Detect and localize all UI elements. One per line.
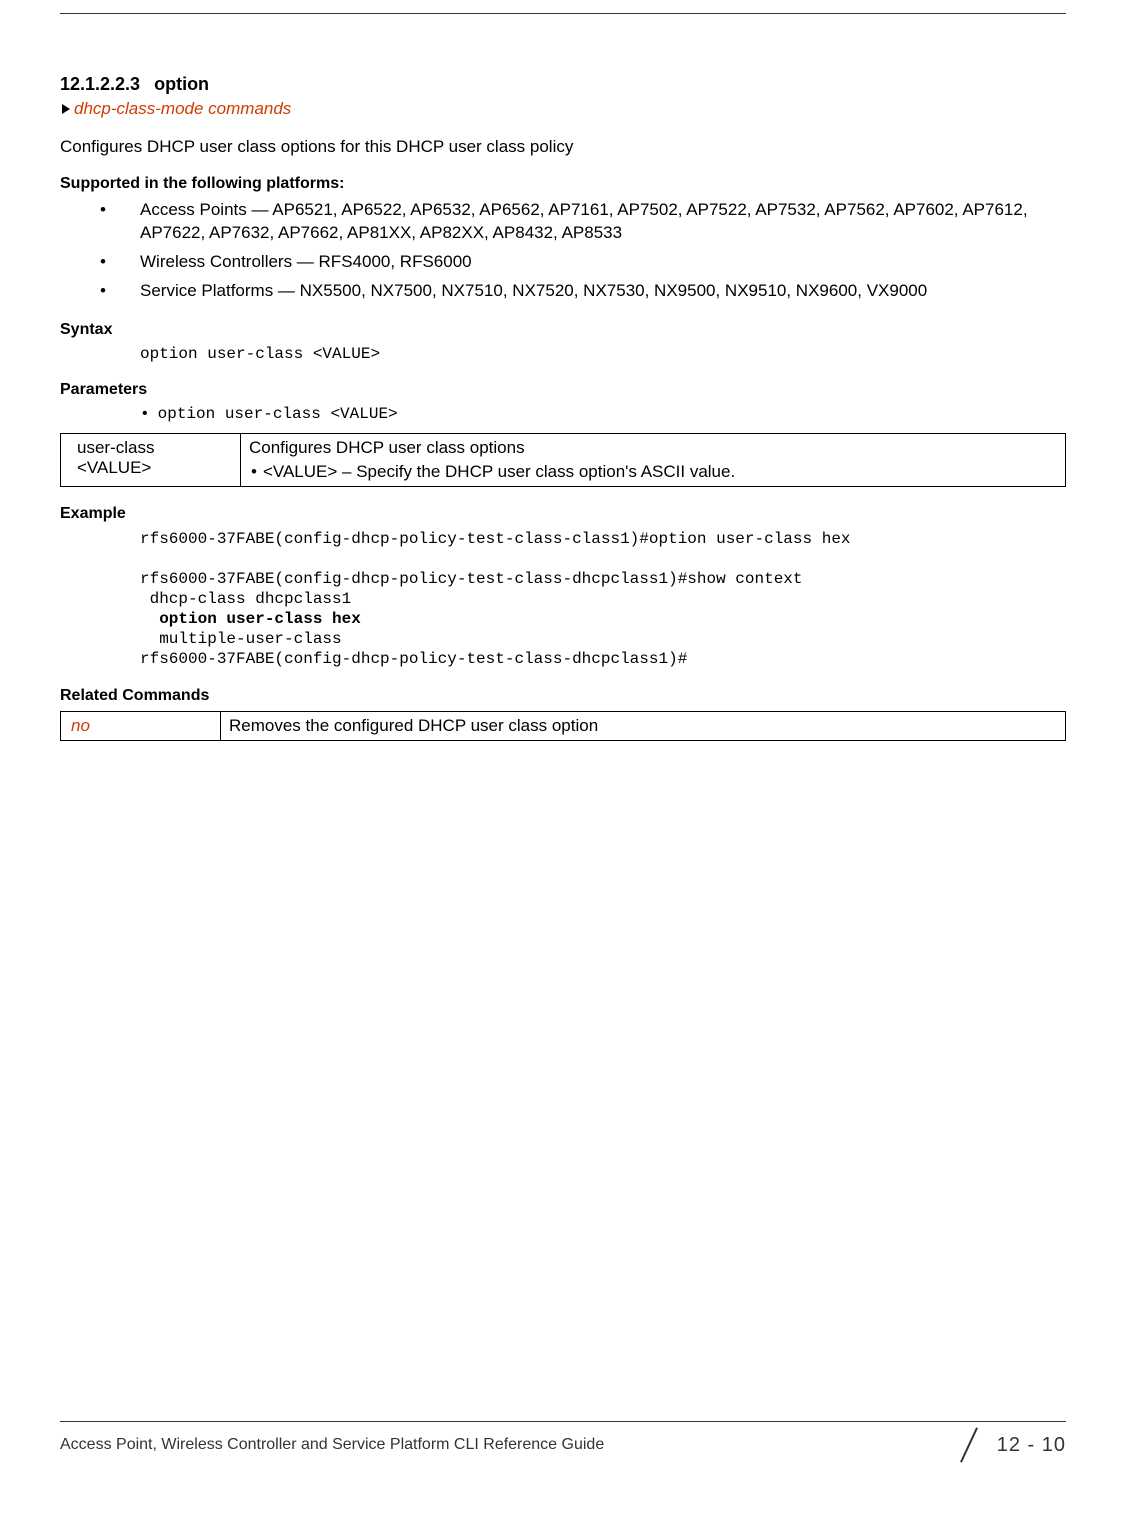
list-item: • Service Platforms — NX5500, NX7500, NX… [100,280,1066,303]
param-name-cell: user-class <VALUE> [61,433,241,486]
example-line: multiple-user-class [140,630,342,648]
footer-page: 12 - 10 [953,1428,1066,1462]
bullet-icon: • [100,280,140,303]
list-item-text: Wireless Controllers — RFS4000, RFS6000 [140,251,1066,274]
example-line: rfs6000-37FABE(config-dhcp-policy-test-c… [140,650,687,668]
param-desc-main: Configures DHCP user class options [249,438,1057,458]
related-command-cell: no [61,711,221,740]
related-command-link[interactable]: no [71,716,90,735]
breadcrumb: dhcp-class-mode commands [60,99,1066,119]
supported-list: • Access Points — AP6521, AP6522, AP6532… [100,199,1066,303]
list-item: • Wireless Controllers — RFS4000, RFS600… [100,251,1066,274]
supported-heading: Supported in the following platforms: [60,175,1066,193]
page-number: 12 - 10 [997,1434,1066,1457]
bullet-icon: • [251,462,257,482]
footer-text: Access Point, Wireless Controller and Se… [60,1436,604,1454]
section-title: option [154,74,209,94]
header-rule [60,13,1066,14]
bullet-icon: • [100,199,140,245]
section-number: 12.1.2.2.3 [60,74,140,94]
example-line-bold: option user-class hex [140,610,361,628]
related-desc-cell: Removes the configured DHCP user class o… [221,711,1066,740]
parameters-heading: Parameters [60,381,1066,399]
example-line: rfs6000-37FABE(config-dhcp-policy-test-c… [140,530,851,548]
table-row: user-class <VALUE> Configures DHCP user … [61,433,1066,486]
param-desc-sub-text: <VALUE> – Specify the DHCP user class op… [263,462,735,482]
bullet-icon: • [100,251,140,274]
example-line: rfs6000-37FABE(config-dhcp-policy-test-c… [140,570,803,588]
param-desc-cell: Configures DHCP user class options • <VA… [241,433,1066,486]
footer: Access Point, Wireless Controller and Se… [60,1421,1066,1462]
table-row: no Removes the configured DHCP user clas… [61,711,1066,740]
list-item-text: Service Platforms — NX5500, NX7500, NX75… [140,280,1066,303]
bullet-icon: • [140,405,150,423]
section-description: Configures DHCP user class options for t… [60,137,1066,157]
arrow-right-icon [62,104,70,114]
slash-icon [953,1428,987,1462]
parameters-line: • option user-class <VALUE> [140,405,1066,423]
related-heading: Related Commands [60,687,1066,705]
list-item: • Access Points — AP6521, AP6522, AP6532… [100,199,1066,245]
example-line: dhcp-class dhcpclass1 [140,590,351,608]
list-item-text: Access Points — AP6521, AP6522, AP6532, … [140,199,1066,245]
syntax-code: option user-class <VALUE> [140,345,1066,363]
breadcrumb-link[interactable]: dhcp-class-mode commands [74,99,291,119]
example-heading: Example [60,505,1066,523]
example-code: rfs6000-37FABE(config-dhcp-policy-test-c… [140,529,1066,669]
syntax-heading: Syntax [60,321,1066,339]
param-desc-sub: • <VALUE> – Specify the DHCP user class … [249,462,1057,482]
header-title: DHCP-SERVER-POLICY [60,0,1066,1]
related-table: no Removes the configured DHCP user clas… [60,711,1066,741]
parameters-code: option user-class <VALUE> [158,405,398,423]
section-heading: 12.1.2.2.3 option [60,74,1066,95]
parameters-table: user-class <VALUE> Configures DHCP user … [60,433,1066,487]
